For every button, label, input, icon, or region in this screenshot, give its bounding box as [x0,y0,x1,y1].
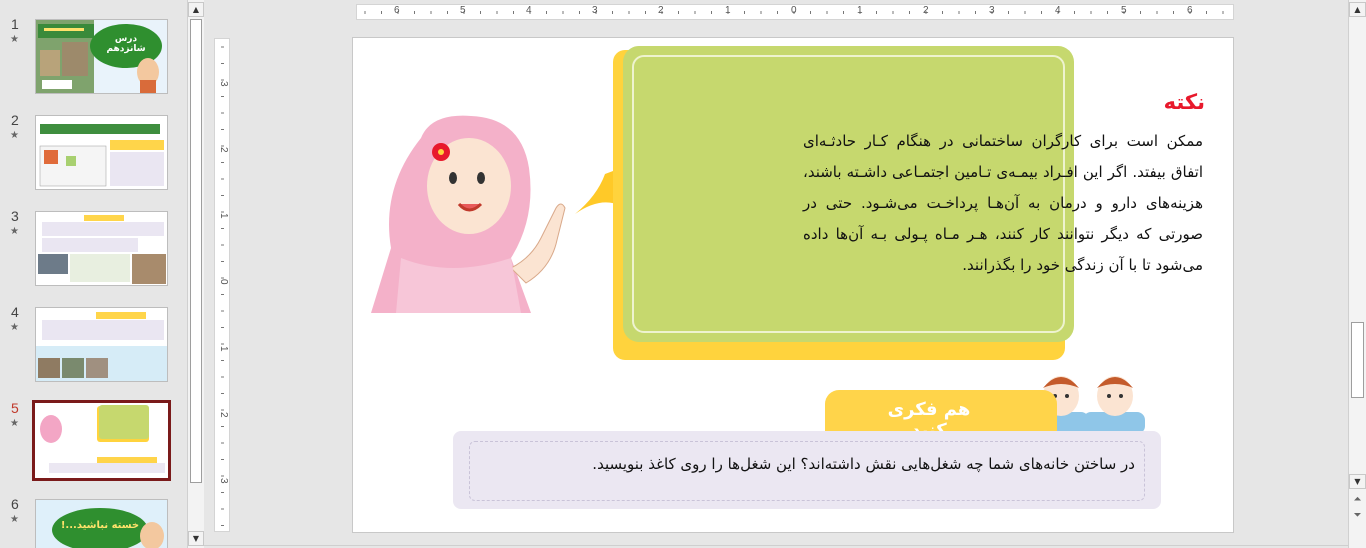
scroll-up-icon[interactable]: ▲ [188,2,204,17]
note-body-text[interactable]: ممکن است برای کارگران ساختمانی در هنگام … [803,126,1203,281]
vertical-ruler[interactable]: 3 2 1 0 1 2 3 [214,38,230,532]
slide-thumbnail-4[interactable] [35,307,168,382]
slide-thumbnail-2[interactable] [35,115,168,190]
ruler-label: 3 [989,5,995,16]
ruler-label: 5 [1121,5,1127,16]
ruler-label: 2 [218,147,229,153]
animation-star-icon: ★ [10,514,19,525]
ruler-label: 2 [923,5,929,16]
editor-bottom-border [204,545,1348,546]
ruler-label: 3 [218,478,229,484]
thumbnail-3-art [36,212,167,285]
ruler-label: 2 [218,412,229,418]
animation-star-icon: ★ [10,418,19,429]
ruler-label: 3 [592,5,598,16]
thumbnail-1-title: درس شانزدهم [106,34,146,54]
ruler-label: 3 [218,81,229,87]
previous-slide-icon[interactable]: ⏶ [1349,492,1366,507]
think-together-box[interactable]: در ساختن خانه‌های شما چه شغل‌هایی نقش دا… [453,431,1161,509]
thumbnail-scrollbar[interactable]: ▲ ▼ [187,0,204,548]
scroll-down-icon[interactable]: ▼ [1349,474,1366,489]
ruler-label: 2 [658,5,664,16]
ruler-label: 1 [218,346,229,352]
ruler-label: 1 [725,5,731,16]
slide-thumbnail-1[interactable]: درس شانزدهم [35,19,168,94]
ruler-label: 4 [1055,5,1061,16]
scroll-down-icon[interactable]: ▼ [188,531,204,546]
ruler-label: 1 [857,5,863,16]
slide-canvas[interactable]: نکته ممکن است برای کارگران ساختمانی در ه… [352,37,1234,533]
thumbnail-6-title: خسته نباشید...! [60,520,140,531]
think-together-text[interactable]: در ساختن خانه‌های شما چه شغل‌هایی نقش دا… [592,455,1135,473]
slide-thumbnail-3[interactable] [35,211,168,286]
vertical-ruler-ticks [221,46,224,526]
editor-scroll-thumb[interactable] [1351,322,1364,398]
slide-number: 2 [11,112,19,128]
ruler-label: 0 [791,5,797,16]
editor-scrollbar[interactable]: ▲ ▼ ⏶ ⏷ [1348,0,1366,548]
slide-thumbnail-pane: 1 ★ درس شانزدهم 2 ★ 3 ★ 4 ★ 5 ★ 6 ★ خسته… [0,0,187,548]
animation-star-icon: ★ [10,226,19,237]
horizontal-ruler[interactable]: 6 5 4 3 2 1 0 1 2 3 4 5 6 [356,4,1234,20]
slide-number: 4 [11,304,19,320]
slide-thumbnail-5[interactable] [32,400,171,481]
animation-star-icon: ★ [10,322,19,333]
animation-star-icon: ★ [10,34,19,45]
ruler-label: 1 [218,213,229,219]
slide-number: 1 [11,16,19,32]
slide-number: 6 [11,496,19,512]
thumbnail-4-art [36,308,167,381]
thumbnail-1-art [36,20,167,93]
thumbnail-scroll-thumb[interactable] [190,19,202,483]
note-title[interactable]: نکته [1164,90,1205,114]
ruler-label: 4 [526,5,532,16]
powerpoint-window: 1 ★ درس شانزدهم 2 ★ 3 ★ 4 ★ 5 ★ 6 ★ خسته… [0,0,1366,548]
ruler-label: 5 [460,5,466,16]
slide-number: 5 [11,400,19,416]
next-slide-icon[interactable]: ⏷ [1349,508,1366,523]
slide-number: 3 [11,208,19,224]
scroll-up-icon[interactable]: ▲ [1349,2,1366,17]
thumbnail-5-art [35,403,168,478]
animation-star-icon: ★ [10,130,19,141]
ruler-label: 6 [394,5,400,16]
ruler-label: 0 [218,279,229,285]
thumbnail-2-art [36,116,167,189]
girl-illustration [371,115,566,313]
slide-thumbnail-6[interactable]: خسته نباشید...! [35,499,168,548]
ruler-label: 6 [1187,5,1193,16]
